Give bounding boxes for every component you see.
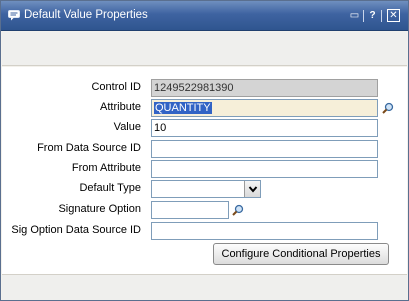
window-title: Default Value Properties: [24, 9, 148, 21]
attribute-value: QUANTITY: [154, 102, 212, 114]
control-id-field: 1249522981390: [151, 79, 378, 97]
signature-option-field[interactable]: [151, 201, 229, 219]
title-bar[interactable]: Default Value Properties ▭ ? ✕: [1, 1, 408, 31]
magnifier-icon[interactable]: [382, 102, 394, 114]
from-attribute-label: From Attribute: [71, 162, 141, 174]
attribute-label: Attribute: [100, 101, 141, 113]
default-value-properties-dialog: Default Value Properties ▭ ? ✕ Control I…: [0, 0, 409, 301]
sig-option-data-source-id-field[interactable]: [151, 222, 378, 240]
attribute-field[interactable]: QUANTITY: [151, 99, 378, 117]
from-data-source-id-field[interactable]: [151, 140, 378, 158]
from-data-source-id-label: From Data Source ID: [37, 142, 141, 154]
control-id-label: Control ID: [91, 81, 141, 93]
help-icon[interactable]: ?: [367, 10, 378, 21]
maximize-icon[interactable]: ▭: [349, 10, 360, 21]
signature-option-label: Signature Option: [58, 203, 141, 215]
dialog-icon: [8, 10, 20, 21]
toolbar-area: [2, 32, 407, 66]
form-body: Control ID 1249522981390 Attribute QUANT…: [2, 67, 407, 274]
chevron-down-icon[interactable]: [244, 181, 260, 197]
default-type-select[interactable]: [151, 180, 261, 198]
value-field[interactable]: 10: [151, 119, 378, 137]
title-separator: [363, 10, 364, 22]
sig-option-data-source-id-label: Sig Option Data Source ID: [11, 224, 141, 236]
magnifier-icon[interactable]: [232, 204, 244, 216]
configure-conditional-properties-button[interactable]: Configure Conditional Properties: [213, 243, 389, 265]
from-attribute-field[interactable]: [151, 160, 378, 178]
value-label: Value: [113, 121, 141, 133]
default-type-label: Default Type: [79, 182, 141, 194]
footer-area: [2, 274, 407, 300]
title-separator: [381, 10, 382, 22]
close-icon[interactable]: ✕: [387, 9, 400, 22]
